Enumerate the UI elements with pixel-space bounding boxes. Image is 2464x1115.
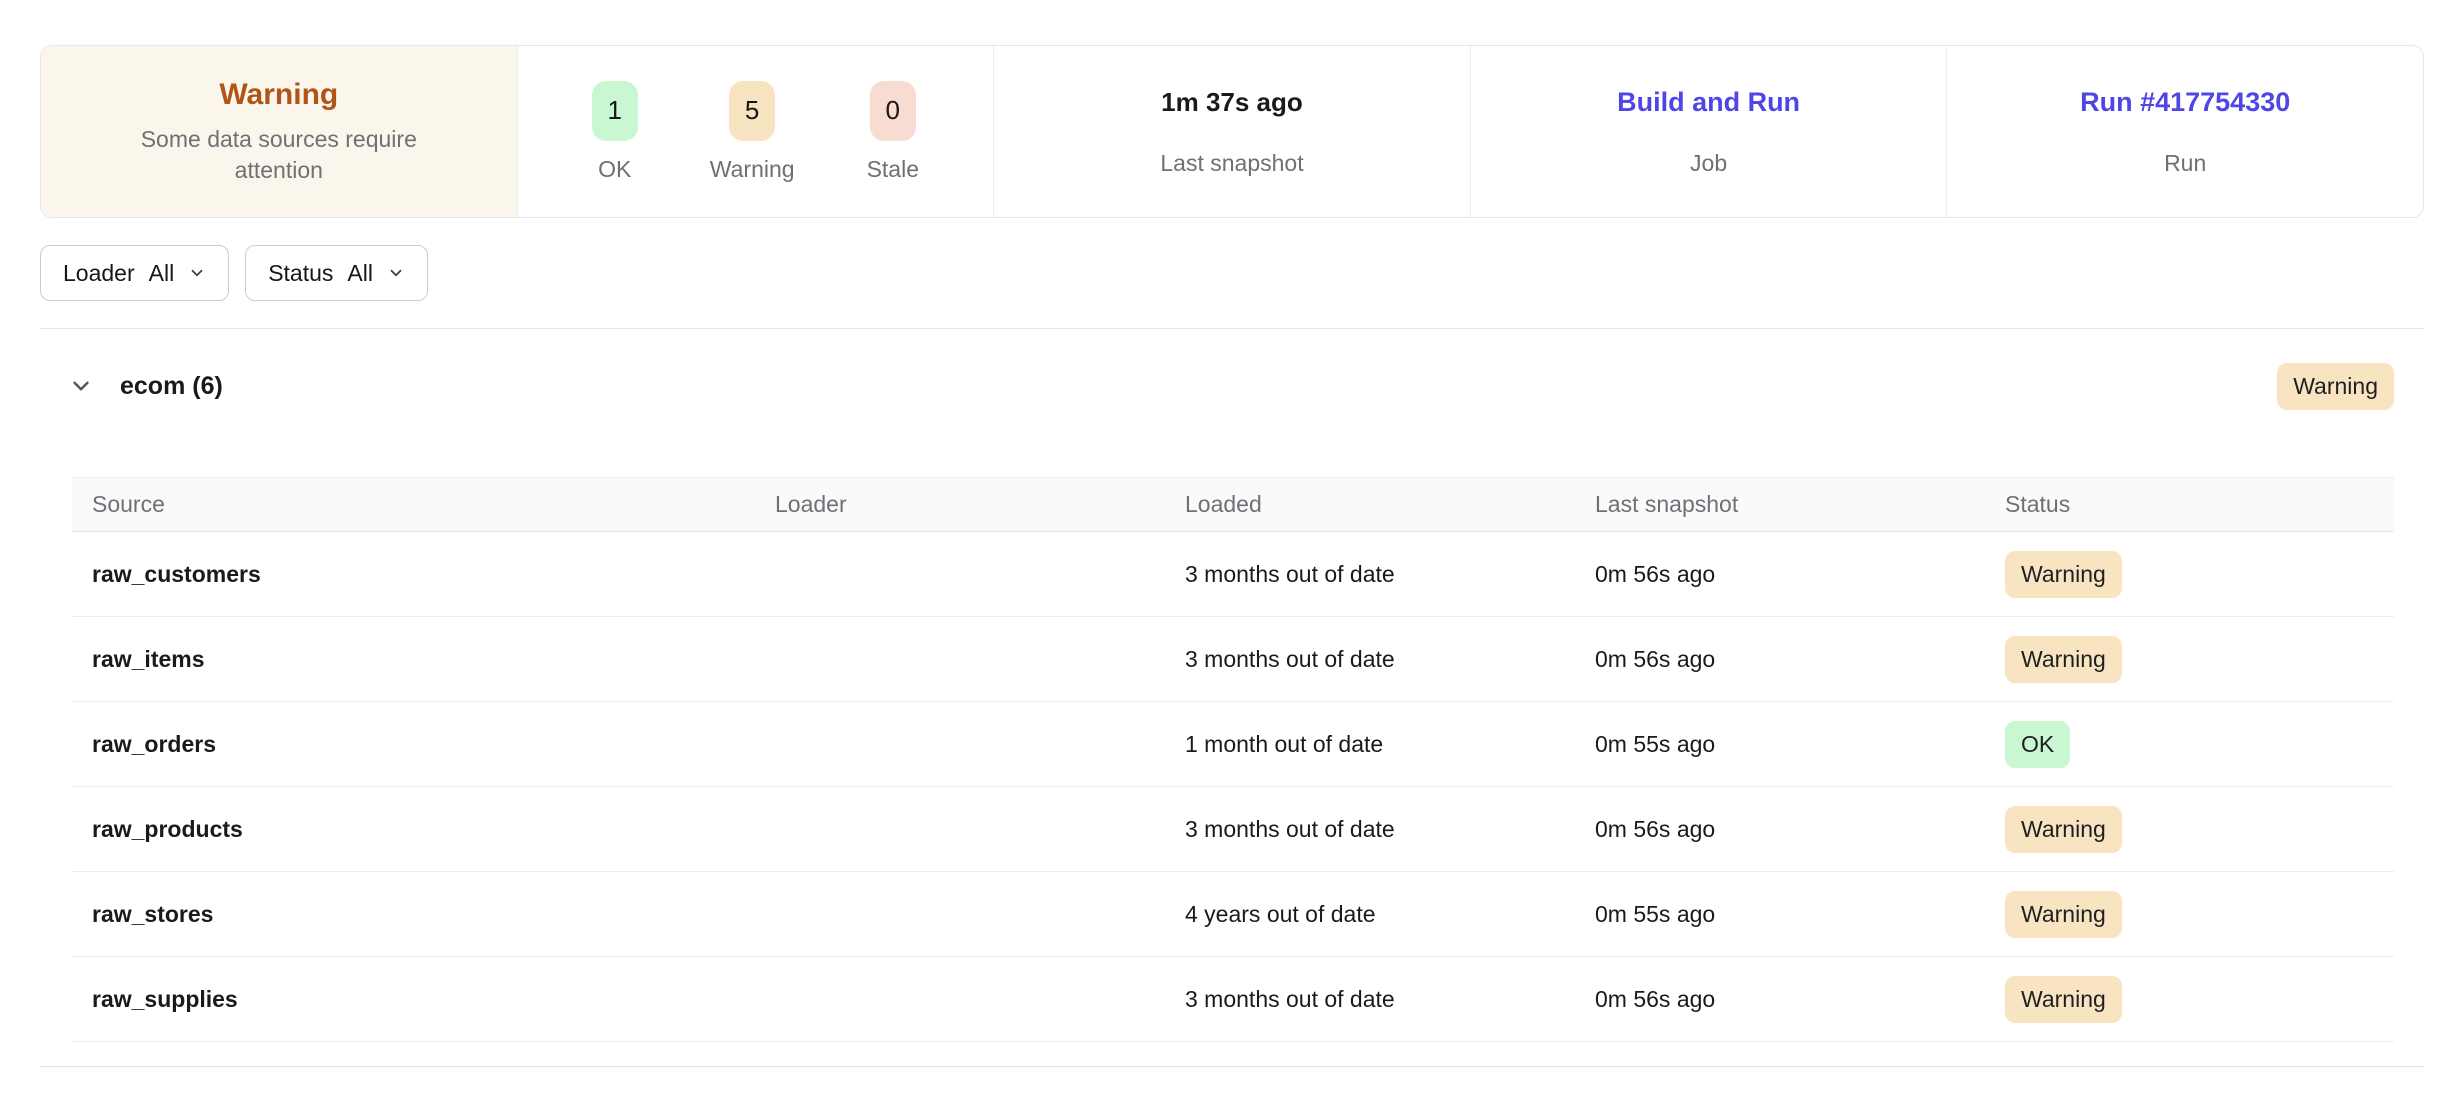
summary-bar: Warning Some data sources require attent… xyxy=(40,45,2424,218)
col-status: Status xyxy=(2005,491,2394,518)
last-snapshot-card: 1m 37s ago Last snapshot xyxy=(994,46,1471,217)
sources-table: Source Loader Loaded Last snapshot Statu… xyxy=(72,477,2394,1042)
source-cell: raw_products xyxy=(72,816,775,843)
status-counts: 1 OK 5 Warning 0 Stale xyxy=(592,81,919,183)
status-filter-value: All xyxy=(347,260,373,287)
col-loader: Loader xyxy=(775,491,1185,518)
warning-count-label: Warning xyxy=(710,156,795,183)
chevron-down-icon xyxy=(387,264,405,282)
status-filter-label: Status xyxy=(268,260,333,287)
loaded-cell: 3 months out of date xyxy=(1185,986,1595,1013)
filter-bar: Loader All Status All xyxy=(40,245,2424,301)
warning-count: 5 xyxy=(729,81,775,141)
table-row[interactable]: raw_orders 1 month out of date 0m 55s ag… xyxy=(72,702,2394,787)
group-title: ecom (6) xyxy=(120,372,223,401)
status-badge: Warning xyxy=(2005,806,2122,853)
table-row[interactable]: raw_supplies 3 months out of date 0m 56s… xyxy=(72,957,2394,1042)
source-cell: raw_customers xyxy=(72,561,775,588)
ok-count-label: OK xyxy=(598,156,631,183)
table-row[interactable]: raw_items 3 months out of date 0m 56s ag… xyxy=(72,617,2394,702)
last-snapshot-cell: 0m 55s ago xyxy=(1595,901,2005,928)
source-cell: raw_items xyxy=(72,646,775,673)
source-cell: raw_stores xyxy=(72,901,775,928)
stat-ok: 1 OK xyxy=(592,81,638,183)
col-last-snapshot: Last snapshot xyxy=(1595,491,2005,518)
stale-count-label: Stale xyxy=(867,156,919,183)
loader-filter-label: Loader xyxy=(63,260,135,287)
stat-warning: 5 Warning xyxy=(710,81,795,183)
job-link[interactable]: Build and Run xyxy=(1617,87,1800,118)
table-row[interactable]: raw_stores 4 years out of date 0m 55s ag… xyxy=(72,872,2394,957)
overall-status-card: Warning Some data sources require attent… xyxy=(41,46,518,217)
job-label: Job xyxy=(1690,150,1727,177)
group-status-badge: Warning xyxy=(2277,363,2394,410)
stale-count: 0 xyxy=(870,81,916,141)
col-loaded: Loaded xyxy=(1185,491,1595,518)
run-link[interactable]: Run #417754330 xyxy=(2080,87,2290,118)
run-label: Run xyxy=(2164,150,2206,177)
run-card: Run #417754330 Run xyxy=(1947,46,2423,217)
loaded-cell: 3 months out of date xyxy=(1185,561,1595,588)
status-badge: Warning xyxy=(2005,636,2122,683)
chevron-down-icon[interactable] xyxy=(68,373,94,399)
loaded-cell: 3 months out of date xyxy=(1185,816,1595,843)
status-badge: Warning xyxy=(2005,551,2122,598)
loaded-cell: 4 years out of date xyxy=(1185,901,1595,928)
table-row[interactable]: raw_products 3 months out of date 0m 56s… xyxy=(72,787,2394,872)
ok-count: 1 xyxy=(592,81,638,141)
status-badge: Warning xyxy=(2005,891,2122,938)
loaded-cell: 3 months out of date xyxy=(1185,646,1595,673)
last-snapshot-cell: 0m 56s ago xyxy=(1595,986,2005,1013)
loaded-cell: 1 month out of date xyxy=(1185,731,1595,758)
overall-status-subtitle: Some data sources require attention xyxy=(109,124,449,185)
table-header: Source Loader Loaded Last snapshot Statu… xyxy=(72,477,2394,532)
status-filter-dropdown[interactable]: Status All xyxy=(245,245,428,301)
status-badge: OK xyxy=(2005,721,2070,768)
group-header-ecom[interactable]: ecom (6) Warning xyxy=(40,355,2424,417)
status-counts-card: 1 OK 5 Warning 0 Stale xyxy=(518,46,995,217)
table-row[interactable]: raw_customers 3 months out of date 0m 56… xyxy=(72,532,2394,617)
last-snapshot-cell: 0m 56s ago xyxy=(1595,816,2005,843)
last-snapshot-cell: 0m 55s ago xyxy=(1595,731,2005,758)
loader-filter-value: All xyxy=(149,260,175,287)
loader-filter-dropdown[interactable]: Loader All xyxy=(40,245,229,301)
source-cell: raw_supplies xyxy=(72,986,775,1013)
overall-status-title: Warning xyxy=(219,78,338,112)
status-badge: Warning xyxy=(2005,976,2122,1023)
col-source: Source xyxy=(72,491,775,518)
stat-stale: 0 Stale xyxy=(867,81,919,183)
job-card: Build and Run Job xyxy=(1471,46,1948,217)
chevron-down-icon xyxy=(188,264,206,282)
section-divider xyxy=(40,328,2424,329)
last-snapshot-cell: 0m 56s ago xyxy=(1595,646,2005,673)
last-snapshot-cell: 0m 56s ago xyxy=(1595,561,2005,588)
next-group-top-border xyxy=(40,1066,2424,1067)
last-snapshot-value: 1m 37s ago xyxy=(1161,87,1303,118)
last-snapshot-label: Last snapshot xyxy=(1160,150,1303,177)
source-cell: raw_orders xyxy=(72,731,775,758)
